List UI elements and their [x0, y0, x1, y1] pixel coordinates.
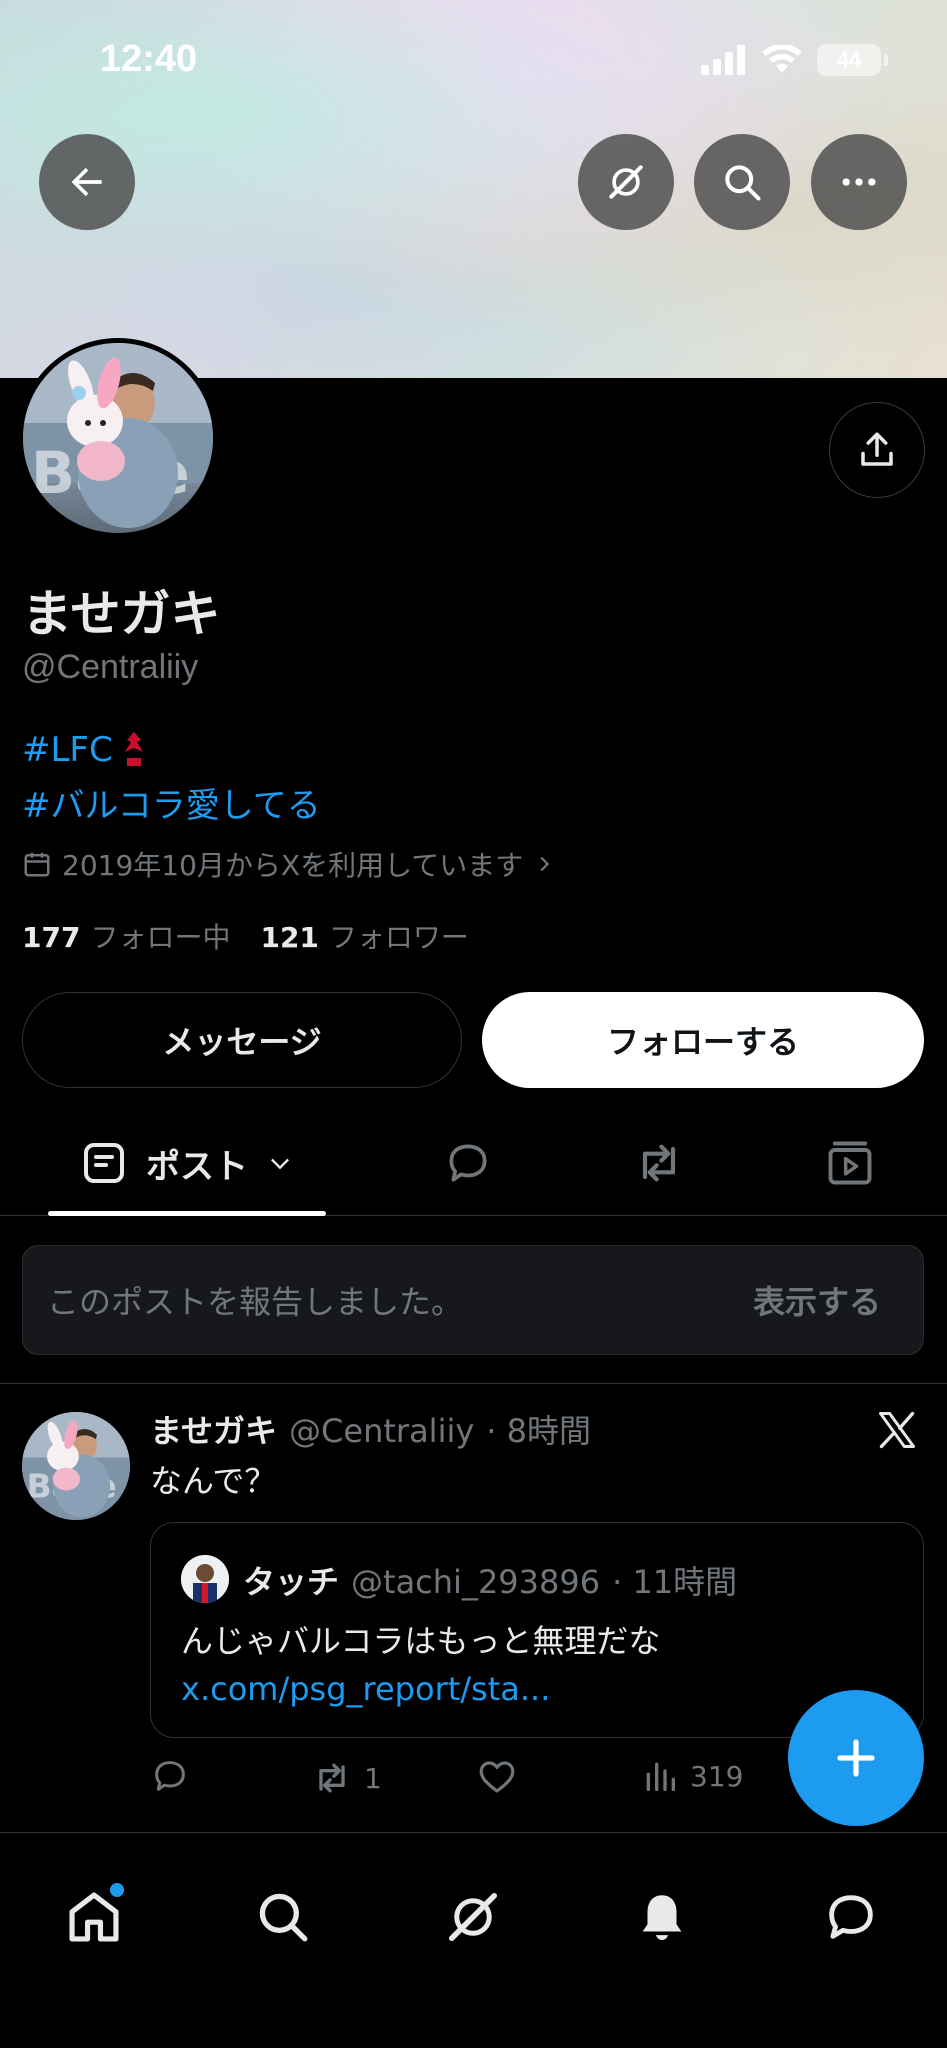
tab-media[interactable]: [810, 1110, 890, 1216]
calendar-icon: [24, 852, 50, 877]
views-icon: [646, 1762, 675, 1791]
views-count: 319: [690, 1759, 744, 1793]
status-bar: 12:40 44: [0, 38, 947, 88]
reply-icon: [155, 1761, 185, 1791]
quote-avatar-illustration: [181, 1555, 229, 1603]
tweet-author-name[interactable]: ませガキ: [150, 1406, 277, 1452]
tweet-author-handle[interactable]: @Centraliiy: [289, 1412, 474, 1450]
tab-replies[interactable]: [428, 1110, 508, 1216]
chat-icon: [829, 1895, 873, 1939]
tweet-avatar[interactable]: Baye: [22, 1412, 130, 1520]
message-button[interactable]: メッセージ: [22, 992, 462, 1088]
nav-notifications[interactable]: [622, 1877, 702, 1957]
wifi-icon: [762, 45, 802, 73]
quote-author-handle: @tachi_293896: [351, 1563, 601, 1601]
divider: [0, 1383, 947, 1384]
share-icon: [861, 432, 893, 466]
report-notice-text: このポストを報告しました。: [47, 1283, 464, 1321]
status-time: 12:40: [100, 38, 198, 80]
quote-body: んじゃバルコラはもっと無理だな: [181, 1622, 661, 1660]
plus-icon: [837, 1739, 875, 1777]
reported-post-notice: このポストを報告しました。 表示する: [22, 1245, 924, 1355]
tab-posts[interactable]: ポスト: [48, 1110, 326, 1216]
grok-button[interactable]: [578, 134, 674, 230]
quote-header: タッチ @tachi_293896 · 11時間: [243, 1557, 737, 1603]
posts-icon: [84, 1143, 124, 1183]
reply-icon: [449, 1144, 487, 1182]
following-label: フォロー中: [90, 921, 231, 954]
share-profile-button[interactable]: [829, 402, 925, 498]
followers-label: フォロワー: [328, 921, 469, 954]
more-icon: [842, 178, 876, 186]
quote-text: んじゃバルコラはもっと無理だな x.com/psg_report/sta...: [181, 1617, 901, 1713]
like-button[interactable]: [476, 1756, 518, 1798]
nav-messages[interactable]: [811, 1877, 891, 1957]
tweet-time: · 8時間: [486, 1412, 591, 1450]
bio-line-1: #LFC: [22, 730, 147, 770]
battery-level: 44: [836, 47, 862, 72]
heart-icon: [479, 1761, 515, 1793]
reply-button[interactable]: [150, 1756, 190, 1796]
status-icons: 44: [701, 44, 888, 76]
quote-time: · 11時間: [612, 1563, 738, 1601]
tweet-actions: 1 319: [150, 1756, 830, 1804]
repost-count: 1: [364, 1761, 382, 1795]
arrow-left-icon: [71, 167, 102, 197]
tweet-header: ませガキ @Centraliiy · 8時間: [150, 1406, 591, 1452]
notification-dot: [110, 1883, 124, 1897]
quote-link[interactable]: x.com/psg_report/sta...: [181, 1670, 550, 1708]
media-icon: [828, 1141, 872, 1185]
profile-handle: @Centraliiy: [22, 648, 199, 686]
quote-author-name: タッチ: [243, 1563, 340, 1601]
search-icon: [725, 165, 761, 201]
avatar-photo: Baye: [23, 343, 213, 533]
avatar-illustration: Baye: [23, 343, 213, 528]
back-button[interactable]: [39, 134, 135, 230]
chevron-down-icon: [271, 1158, 289, 1170]
views-button[interactable]: 319: [640, 1756, 743, 1796]
nav-grok[interactable]: [433, 1877, 513, 1957]
followers-link[interactable]: 121 フォロワー: [260, 916, 468, 956]
show-post-button[interactable]: 表示する: [753, 1277, 881, 1323]
joined-date[interactable]: 2019年10月からXを利用しています: [22, 844, 555, 884]
active-tab-indicator: [48, 1211, 326, 1216]
grok-icon: [449, 1893, 497, 1941]
chevron-right-icon: [540, 856, 550, 872]
lfc-crest-icon: [124, 732, 143, 766]
compose-button[interactable]: [788, 1690, 924, 1826]
tweet-avatar-illustration: Baye: [22, 1412, 130, 1520]
hashtag-lfc[interactable]: #LFC: [22, 730, 113, 770]
joined-text: 2019年10月からXを利用しています: [62, 849, 524, 882]
search-icon: [259, 1893, 308, 1942]
profile-avatar[interactable]: Baye: [18, 338, 218, 538]
signal-icon: [701, 45, 745, 75]
battery-icon: 44: [817, 44, 888, 76]
following-count: 177: [22, 921, 81, 954]
followers-count: 121: [260, 921, 319, 954]
nav-home[interactable]: [54, 1877, 134, 1957]
repost-button[interactable]: 1: [310, 1756, 382, 1800]
bottom-navigation: [0, 1832, 947, 2048]
bell-icon: [642, 1895, 682, 1940]
profile-tabs: ポスト: [0, 1110, 947, 1216]
tweet-text: なんで？: [150, 1462, 277, 1500]
follow-stats: 177 フォロー中 121 フォロワー: [22, 916, 469, 956]
display-name: ませガキ: [22, 585, 221, 643]
repost-icon: [642, 1144, 676, 1182]
following-link[interactable]: 177 フォロー中: [22, 916, 230, 956]
search-button[interactable]: [694, 134, 790, 230]
more-button[interactable]: [811, 134, 907, 230]
grok-icon: [609, 165, 643, 199]
hashtag-barcola[interactable]: #バルコラ愛してる: [22, 778, 321, 827]
quote-avatar: [181, 1555, 229, 1603]
nav-search[interactable]: [243, 1877, 323, 1957]
quoted-tweet[interactable]: タッチ @tachi_293896 · 11時間 んじゃバルコラはもっと無理だな…: [150, 1522, 924, 1738]
x-logo-icon: [879, 1411, 915, 1449]
tab-reposts[interactable]: [619, 1110, 699, 1216]
follow-button[interactable]: フォローする: [482, 992, 924, 1088]
repost-icon: [319, 1763, 345, 1793]
tab-posts-label: ポスト: [146, 1146, 248, 1187]
